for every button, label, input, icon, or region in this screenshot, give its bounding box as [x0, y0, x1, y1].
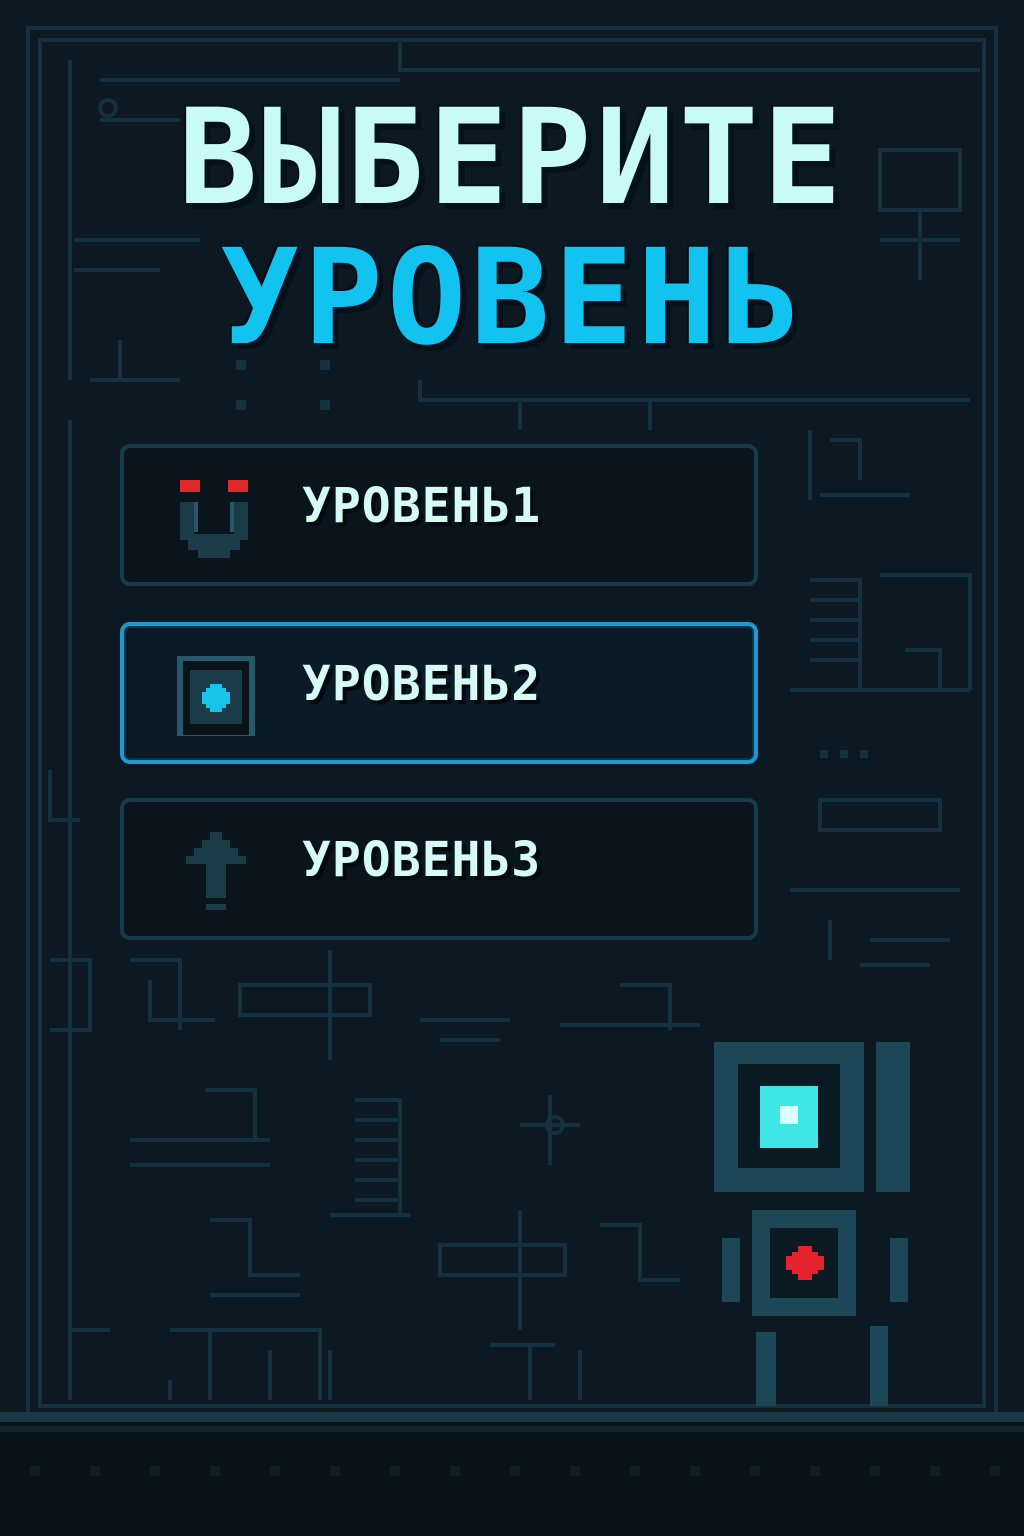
level-1-label: УРОВЕНЬ1: [302, 478, 542, 534]
magnet-icon: [180, 480, 248, 558]
level-3-label: УРОВЕНЬ3: [302, 832, 542, 888]
button-block-icon: [177, 656, 255, 736]
level-select-screen: ВЫБЕРИТЕ УРОВЕНЬ УРОВЕНЬ1 УРОВЕНЬ2 УРОВЕ…: [0, 0, 1024, 1536]
level-1-button[interactable]: УРОВЕНЬ1: [120, 444, 758, 586]
floor: [0, 1412, 1024, 1536]
title-line-2: УРОВЕНЬ: [219, 221, 805, 375]
arrow-up-icon: [186, 832, 246, 910]
level-2-button[interactable]: УРОВЕНЬ2: [120, 622, 758, 764]
robot-character: [714, 1042, 910, 1406]
title-line-1: ВЫБЕРИТЕ: [178, 81, 846, 235]
level-2-label: УРОВЕНЬ2: [302, 656, 542, 712]
level-3-button[interactable]: УРОВЕНЬ3: [120, 798, 758, 940]
